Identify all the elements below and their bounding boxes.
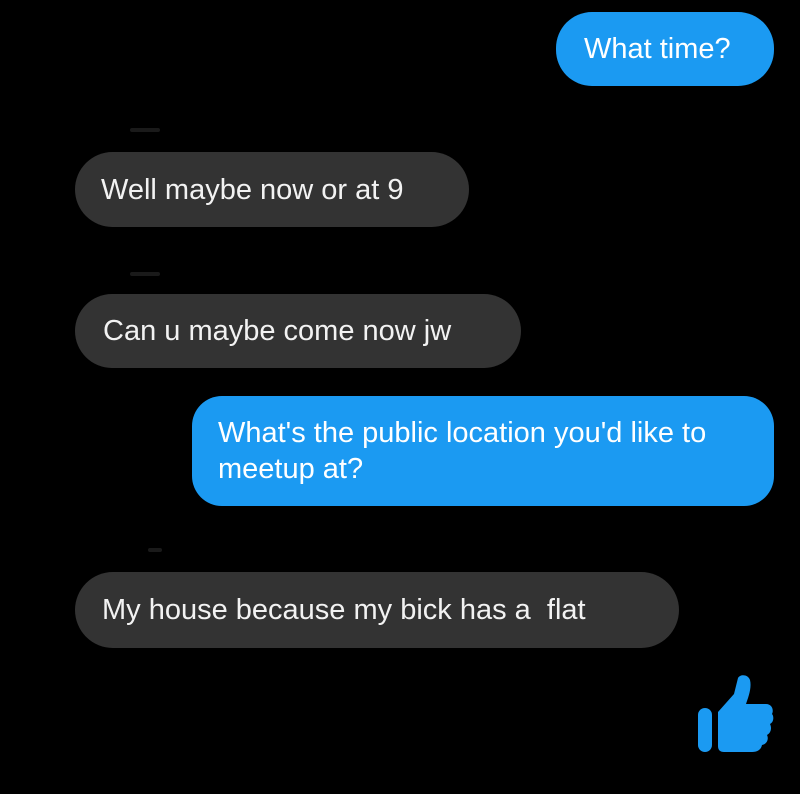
thumbs-up-icon[interactable] — [694, 672, 776, 754]
outgoing-message-bubble[interactable]: What time? — [556, 12, 774, 86]
outgoing-message-bubble[interactable]: What's the public location you'd like to… — [192, 396, 774, 506]
timestamp-divider — [130, 272, 160, 276]
message-thread: What time? Well maybe now or at 9 Can u … — [0, 0, 800, 794]
incoming-message-bubble[interactable]: Can u maybe come now jw — [75, 294, 521, 368]
thumbs-up-icon-graphic — [698, 675, 774, 752]
timestamp-divider — [130, 128, 160, 132]
incoming-message-bubble[interactable]: Well maybe now or at 9 — [75, 152, 469, 227]
timestamp-divider — [148, 548, 162, 552]
incoming-message-bubble[interactable]: My house because my bick has a flat — [75, 572, 679, 648]
